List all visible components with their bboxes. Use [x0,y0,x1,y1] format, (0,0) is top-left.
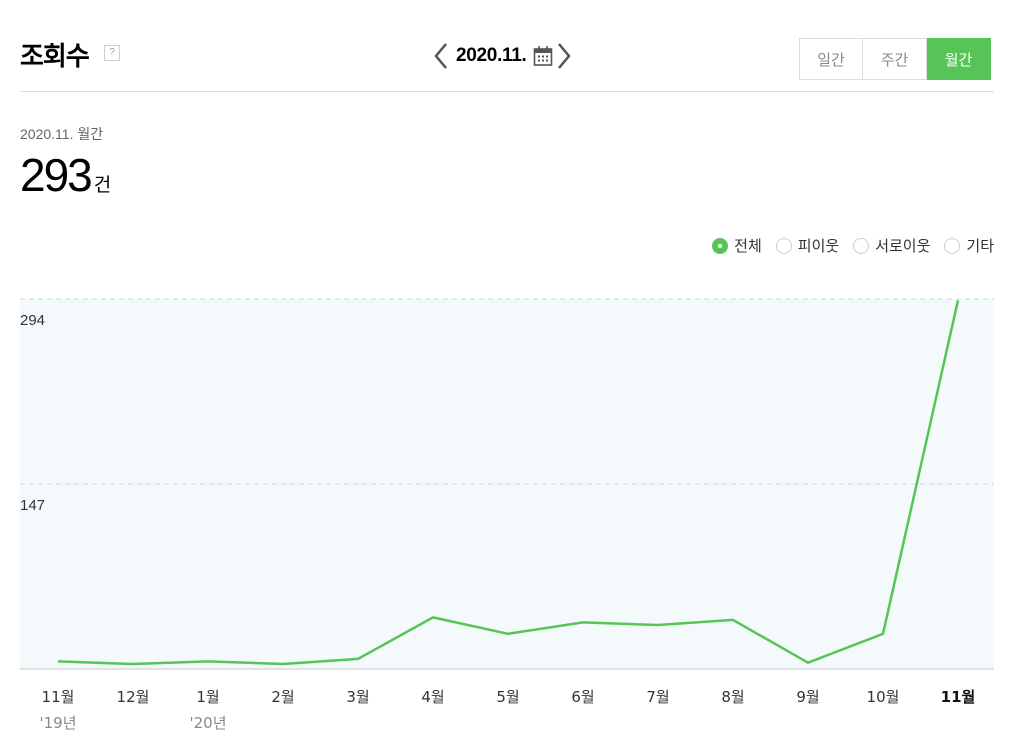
y-tick-label: 294 [20,312,45,329]
x-tick-label: 4월 [421,688,444,706]
page-title: 조회수 [20,42,90,72]
x-tick-label: 3월 [346,688,369,706]
radio-icon[interactable] [775,237,792,254]
x-tick-label: 9월 [796,688,819,706]
question-icon[interactable]: ? [104,45,120,61]
chevron-right-icon[interactable] [553,38,575,74]
total-views-unit: 건 [93,174,112,196]
filter-neighbor[interactable]: 피이웃 [775,235,840,256]
header-divider [20,91,994,92]
filter-all[interactable]: 전체 [712,235,762,256]
calendar-icon[interactable] [533,45,553,67]
x-tick-label: 11월 [941,688,976,706]
x-year-label: '19년 [39,714,76,732]
x-tick-label: 6월 [571,688,594,706]
date-navigator: 2020.11. [430,38,575,74]
x-tick-label: 1월 [196,688,219,706]
x-year-label: '20년 [189,714,226,732]
views-line-chart: 147 294 11월 '19년 12월 1월 '20년 2월 3월 4월 5월 6월 7월 8월 9월 10… [20,298,994,732]
radio-checked-icon[interactable] [712,237,729,254]
visitor-filter: 전체 피이웃 서로이웃 기타 [698,235,994,256]
y-tick-label: 147 [20,497,45,514]
filter-other-label: 기타 [966,237,994,255]
x-tick-label: 8월 [721,688,744,706]
tab-weekly[interactable]: 주간 [863,38,927,80]
tab-monthly[interactable]: 월간 [927,38,991,80]
x-tick-label: 5월 [496,688,519,706]
summary-total: 293 건 [20,148,111,202]
summary-period: 2020.11. 월간 [20,126,104,142]
filter-neighbor-label: 피이웃 [797,237,840,255]
period-tabs: 일간 주간 월간 [799,38,991,80]
x-tick-label: 2월 [271,688,294,706]
current-period-label: 2020.11. [456,45,527,66]
filter-all-label: 전체 [734,237,762,255]
x-tick-label: 10월 [867,688,900,706]
filter-other[interactable]: 기타 [944,235,994,256]
x-tick-label: 7월 [646,688,669,706]
filter-mutual-neighbor-label: 서로이웃 [875,237,931,255]
chevron-left-icon[interactable] [430,38,452,74]
tab-daily[interactable]: 일간 [799,38,863,80]
x-tick-label: 12월 [117,688,150,706]
radio-icon[interactable] [944,237,961,254]
total-views-value: 293 [20,149,93,201]
x-tick-label: 11월 [42,688,75,706]
filter-mutual-neighbor[interactable]: 서로이웃 [853,235,930,256]
radio-icon[interactable] [853,237,870,254]
